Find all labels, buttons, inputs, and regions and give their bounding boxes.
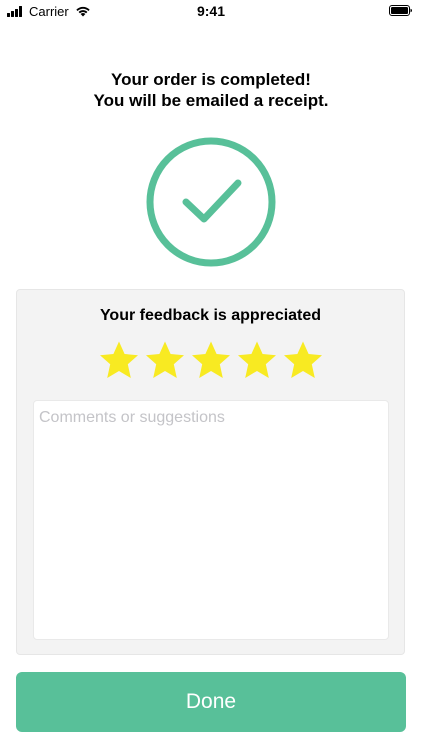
confirmation-line-2: You will be emailed a receipt. bbox=[93, 91, 329, 110]
done-button[interactable]: Done bbox=[16, 672, 406, 732]
comments-input[interactable] bbox=[33, 400, 389, 640]
battery-icon bbox=[389, 5, 412, 16]
order-complete-screen: Carrier 9:41 Your order is completed! Yo… bbox=[0, 0, 422, 750]
star-icon[interactable] bbox=[99, 340, 139, 380]
star-rating[interactable] bbox=[99, 340, 329, 380]
star-icon[interactable] bbox=[145, 340, 185, 380]
star-icon[interactable] bbox=[283, 340, 323, 380]
confirmation-line-1: Your order is completed! bbox=[111, 70, 311, 89]
star-icon[interactable] bbox=[191, 340, 231, 380]
checkmark-circle-icon bbox=[146, 137, 276, 267]
order-confirmation-message: Your order is completed! You will be ema… bbox=[0, 69, 422, 111]
star-icon[interactable] bbox=[237, 340, 277, 380]
status-bar: Carrier 9:41 bbox=[0, 0, 422, 22]
feedback-card: Your feedback is appreciated bbox=[16, 289, 405, 655]
feedback-title: Your feedback is appreciated bbox=[99, 307, 322, 324]
status-bar-time: 9:41 bbox=[196, 3, 226, 19]
